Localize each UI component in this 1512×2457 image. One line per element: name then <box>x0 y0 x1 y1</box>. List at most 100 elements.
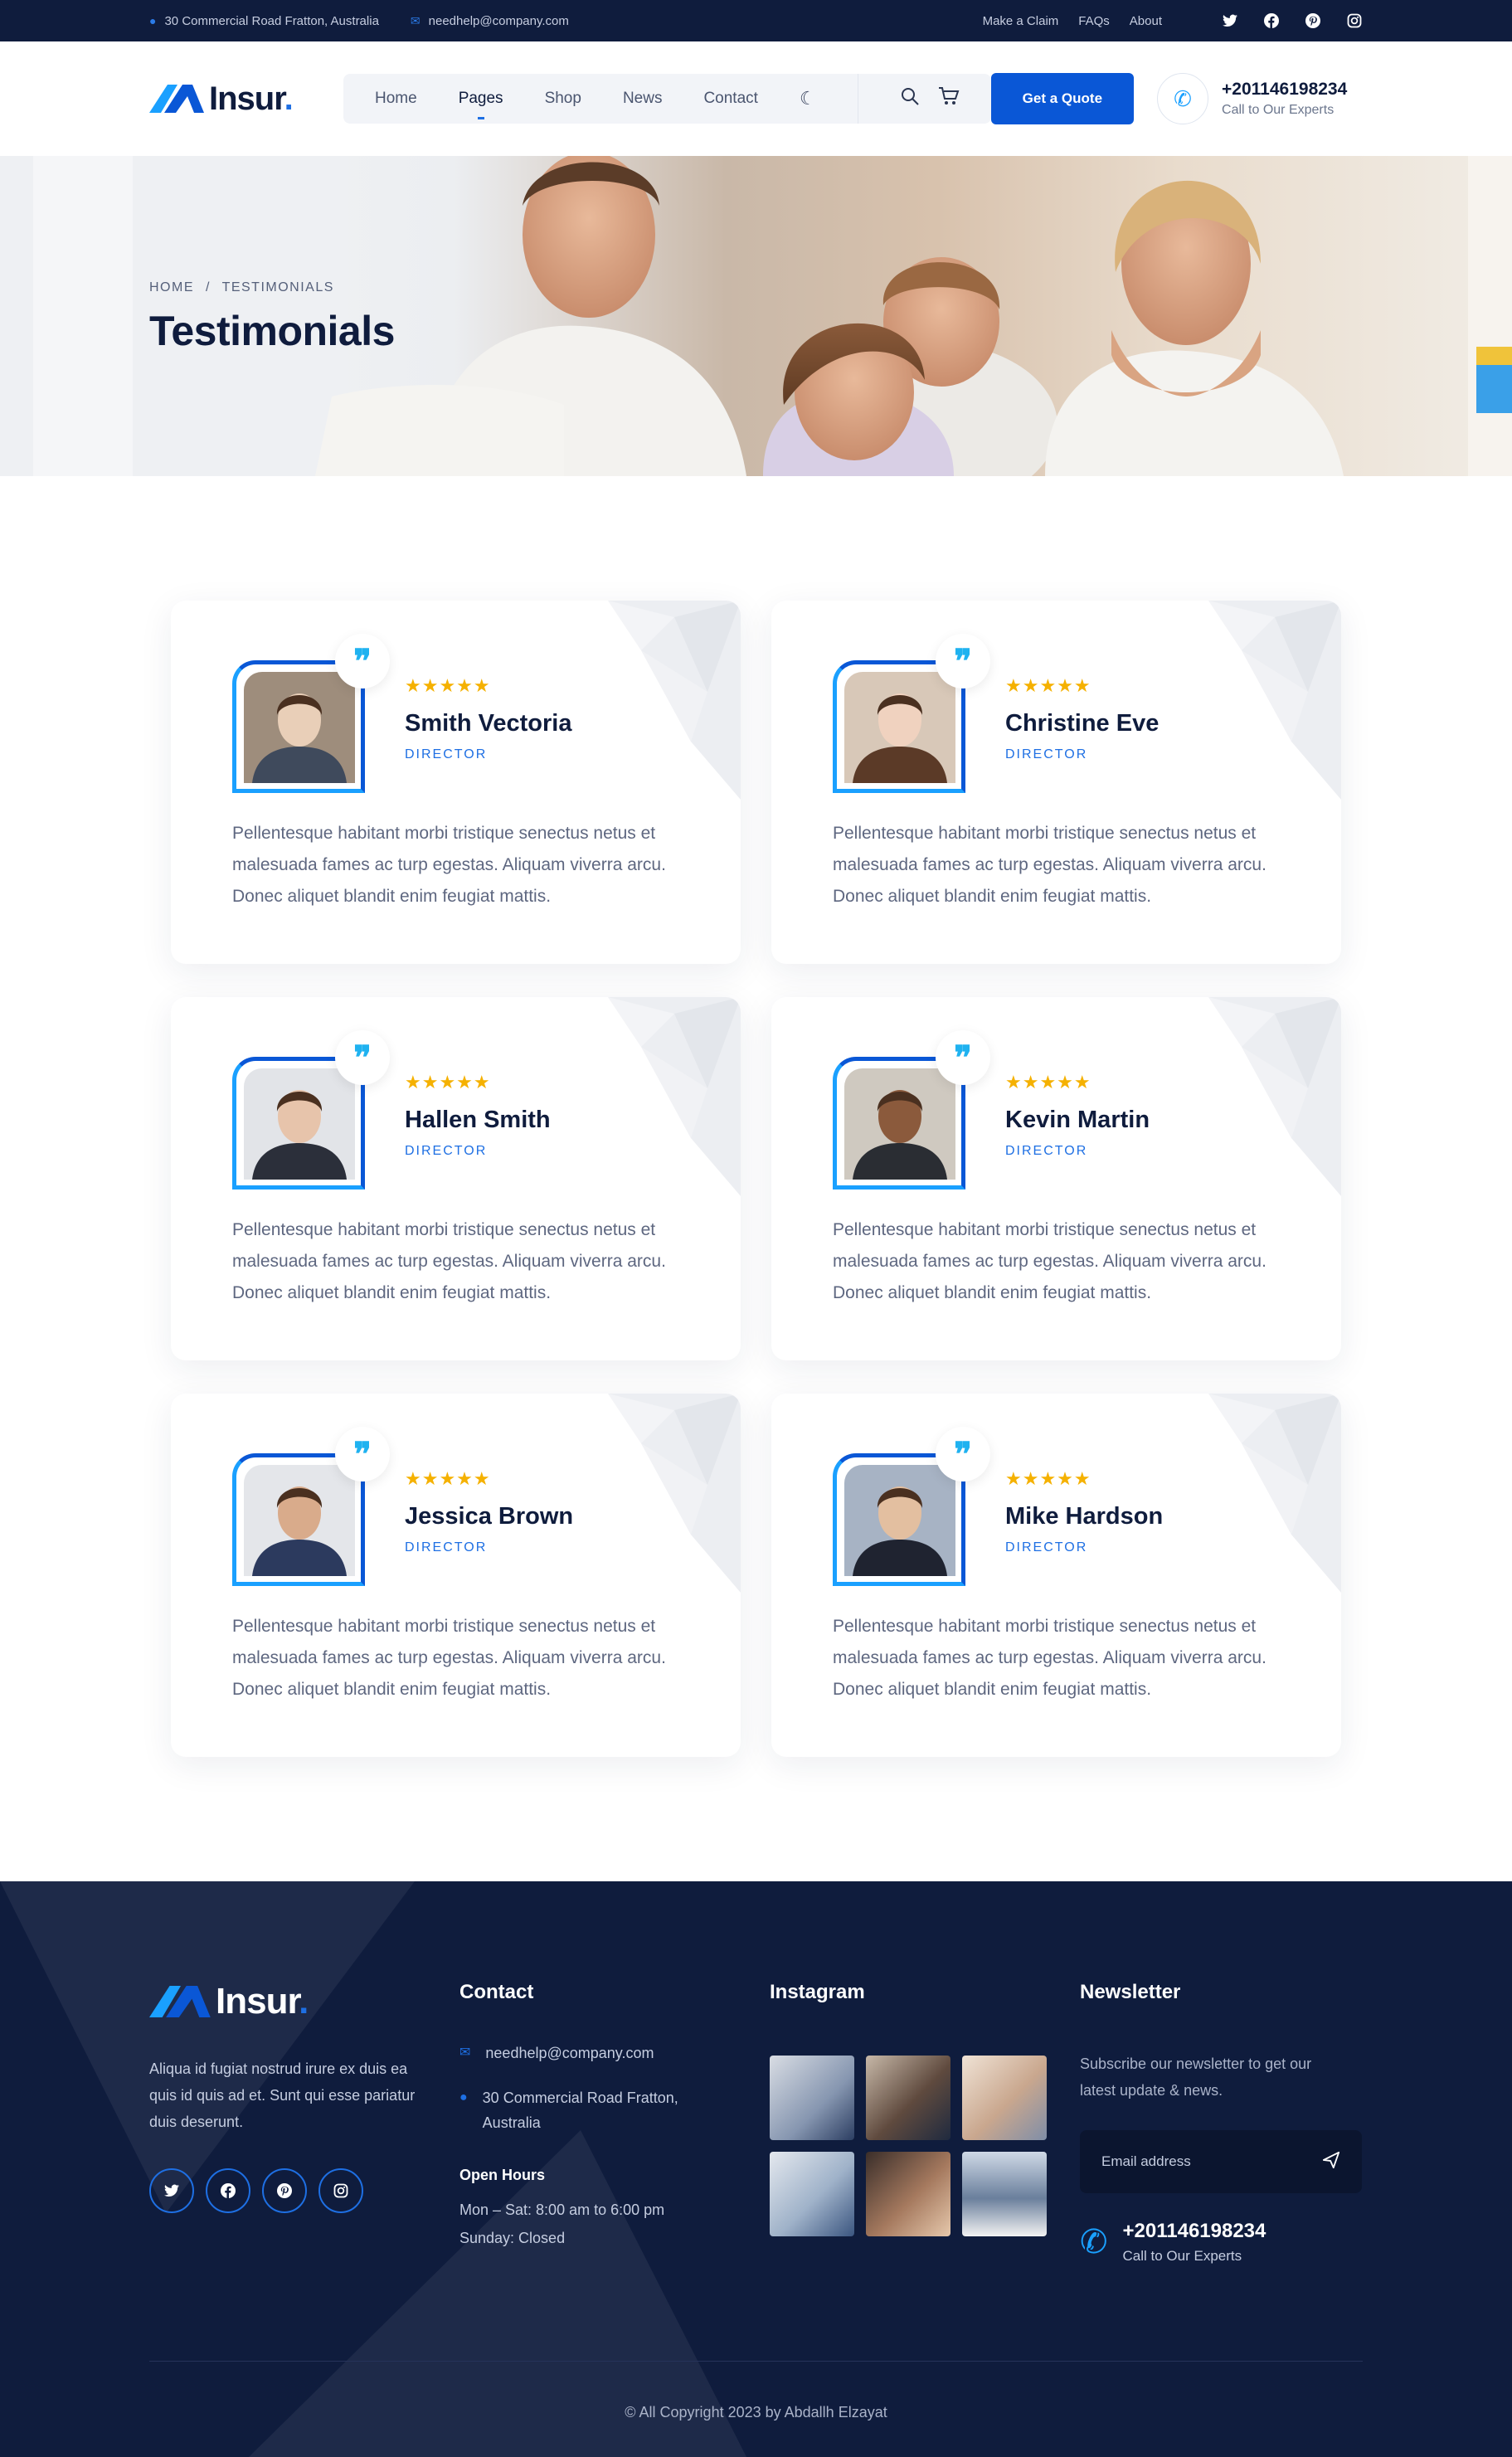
nav-news[interactable]: News <box>623 90 663 108</box>
footer-logo[interactable]: Insur. <box>149 1981 459 2022</box>
quote-icon: ❞ <box>936 634 990 688</box>
instagram-thumb[interactable] <box>962 2152 1047 2236</box>
phone-icon: ✆ <box>1080 2224 1108 2260</box>
page-title: Testimonials <box>149 308 395 354</box>
testimonials-section: ❞ ★★★★★ Smith Vectoria DIRECTOR Pellente… <box>0 476 1512 1881</box>
quote-icon: ❞ <box>936 1427 990 1481</box>
topbar-link-faqs[interactable]: FAQs <box>1078 14 1110 28</box>
instagram-thumb[interactable] <box>770 2152 854 2236</box>
footer-facebook-icon[interactable] <box>206 2168 250 2213</box>
footer-instagram-column: Instagram <box>770 1981 1080 2265</box>
footer-instagram-icon[interactable] <box>318 2168 363 2213</box>
testimonial-card: ❞ ★★★★★ Jessica Brown DIRECTOR Pellentes… <box>171 1394 741 1757</box>
location-pin-icon: ● <box>149 14 157 27</box>
phone-icon: ✆ <box>1157 73 1209 124</box>
testimonial-card: ❞ ★★★★★ Christine Eve DIRECTOR Pellentes… <box>771 601 1341 964</box>
topbar-email[interactable]: ✉ needhelp@company.com <box>411 14 569 28</box>
testimonial-card: ❞ ★★★★★ Kevin Martin DIRECTOR Pellentesq… <box>771 997 1341 1360</box>
envelope-icon: ✉ <box>459 2046 471 2060</box>
get-a-quote-button[interactable]: Get a Quote <box>990 73 1135 124</box>
header-call[interactable]: ✆ +201146198234 Call to Our Experts <box>1157 73 1347 124</box>
send-icon[interactable] <box>1322 2151 1340 2173</box>
footer-hours-heading: Open Hours <box>459 2167 546 2183</box>
main-header: Insur. Home Pages Shop News Contact ☾ Ge… <box>0 41 1512 156</box>
footer-address: ● 30 Commercial Road Fratton, Australia <box>459 2085 770 2135</box>
envelope-icon: ✉ <box>410 13 421 27</box>
testimonial-role: DIRECTOR <box>1005 747 1088 761</box>
rating-stars: ★★★★★ <box>405 1072 491 1092</box>
footer-contact-heading: Contact <box>459 1981 534 2003</box>
quote-icon: ❞ <box>335 1427 390 1481</box>
search-icon[interactable] <box>900 86 920 111</box>
nav-contact[interactable]: Contact <box>703 90 757 108</box>
avatar: ❞ <box>833 634 990 795</box>
footer-newsletter-column: Newsletter Subscribe our newsletter to g… <box>1080 1981 1362 2265</box>
instagram-icon[interactable] <box>1346 12 1363 29</box>
footer-socials <box>149 2168 459 2213</box>
logo-mark-icon <box>149 1986 211 2017</box>
testimonial-name: Mike Hardson <box>1005 1503 1164 1530</box>
testimonial-role: DIRECTOR <box>405 1144 488 1158</box>
main-nav: Home Pages Shop News Contact ☾ <box>343 74 991 124</box>
site-logo[interactable]: Insur. <box>149 80 343 118</box>
nav-pages[interactable]: Pages <box>459 90 503 108</box>
cart-icon[interactable] <box>938 86 960 111</box>
hero-text: HOME / TESTIMONIALS Testimonials <box>149 280 395 355</box>
avatar: ❞ <box>232 1427 390 1588</box>
testimonial-role: DIRECTOR <box>405 1540 488 1554</box>
testimonial-text: Pellentesque habitant morbi tristique se… <box>833 824 1266 906</box>
rating-stars: ★★★★★ <box>1005 675 1091 696</box>
instagram-thumb[interactable] <box>770 2056 854 2140</box>
instagram-thumb[interactable] <box>866 2152 950 2236</box>
testimonial-card: ❞ ★★★★★ Smith Vectoria DIRECTOR Pellente… <box>171 601 741 964</box>
facebook-icon[interactable] <box>1263 12 1280 29</box>
testimonial-role: DIRECTOR <box>1005 1144 1088 1158</box>
rating-stars: ★★★★★ <box>405 1468 491 1489</box>
topbar-link-about[interactable]: About <box>1130 14 1162 28</box>
footer-phone-number[interactable]: +201146198234 <box>1123 2220 1266 2243</box>
instagram-grid <box>770 2056 1080 2236</box>
footer-about-column: Insur. Aliqua id fugiat nostrud irure ex… <box>149 1981 459 2265</box>
rating-stars: ★★★★★ <box>1005 1072 1091 1092</box>
instagram-thumb[interactable] <box>866 2056 950 2140</box>
topbar-address: ● 30 Commercial Road Fratton, Australia <box>149 13 379 28</box>
instagram-thumb[interactable] <box>962 2056 1047 2140</box>
avatar: ❞ <box>232 634 390 795</box>
site-footer: Insur. Aliqua id fugiat nostrud irure ex… <box>0 1881 1512 2457</box>
testimonial-card: ❞ ★★★★★ Mike Hardson DIRECTOR Pellentesq… <box>771 1394 1341 1757</box>
footer-about-text: Aliqua id fugiat nostrud irure ex duis e… <box>149 2060 416 2130</box>
testimonial-role: DIRECTOR <box>1005 1540 1088 1554</box>
footer-pinterest-icon[interactable] <box>262 2168 307 2213</box>
footer-call[interactable]: ✆ +201146198234 Call to Our Experts <box>1080 2220 1362 2265</box>
header-phone-number[interactable]: +201146198234 <box>1222 80 1347 100</box>
logo-text: Insur. <box>209 80 294 117</box>
newsletter-text: Subscribe our newsletter to get our late… <box>1080 2056 1312 2099</box>
rating-stars: ★★★★★ <box>405 675 491 696</box>
testimonial-text: Pellentesque habitant morbi tristique se… <box>232 1220 666 1302</box>
testimonial-name: Christine Eve <box>1005 710 1160 737</box>
page-hero: HOME / TESTIMONIALS Testimonials <box>0 156 1512 476</box>
nav-home[interactable]: Home <box>375 90 417 108</box>
location-pin-icon: ● <box>459 2090 468 2104</box>
breadcrumb-current: TESTIMONIALS <box>221 280 334 294</box>
logo-mark-icon <box>149 85 204 113</box>
breadcrumb-home[interactable]: HOME <box>149 280 194 294</box>
footer-hours: Mon – Sat: 8:00 am to 6:00 pm Sunday: Cl… <box>459 2202 665 2246</box>
footer-twitter-icon[interactable] <box>149 2168 194 2213</box>
dark-mode-icon[interactable]: ☾ <box>800 88 816 109</box>
nav-shop[interactable]: Shop <box>545 90 581 108</box>
pinterest-icon[interactable] <box>1305 12 1321 29</box>
newsletter-email-input[interactable]: Email address <box>1080 2130 1362 2193</box>
testimonial-text: Pellentesque habitant morbi tristique se… <box>232 1617 666 1699</box>
footer-email[interactable]: ✉ needhelp@company.com <box>459 2041 770 2065</box>
twitter-icon[interactable] <box>1222 12 1238 29</box>
testimonial-name: Kevin Martin <box>1005 1107 1150 1133</box>
topbar-link-make-a-claim[interactable]: Make a Claim <box>983 14 1059 28</box>
rating-stars: ★★★★★ <box>1005 1468 1091 1489</box>
quote-icon: ❞ <box>335 634 390 688</box>
testimonial-name: Smith Vectoria <box>405 710 572 737</box>
testimonial-text: Pellentesque habitant morbi tristique se… <box>833 1220 1266 1302</box>
footer-divider <box>149 2361 1363 2362</box>
footer-instagram-heading: Instagram <box>770 1981 865 2003</box>
footer-contact-column: Contact ✉ needhelp@company.com ● 30 Comm… <box>459 1981 770 2265</box>
